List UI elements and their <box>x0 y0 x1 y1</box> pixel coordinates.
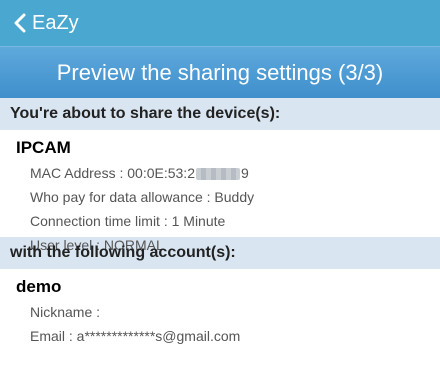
connection-time-limit: Connection time limit : 1 Minute <box>30 213 226 229</box>
account-details: demo Nickname : Email : a*************s@… <box>0 269 440 348</box>
back-label: EaZy <box>32 11 79 34</box>
share-preview-screen: EaZy Preview the sharing settings (3/3) … <box>0 0 440 389</box>
nickname: Nickname : <box>30 304 101 320</box>
mac-address-prefix: MAC Address : 00:0E:53:2 <box>30 165 195 181</box>
email: Email : a*************s@gmail.com <box>30 328 241 344</box>
mac-redacted-mask <box>195 168 240 181</box>
data-allowance-payer: Who pay for data allowance : Buddy <box>30 189 255 205</box>
chevron-left-icon <box>14 13 26 33</box>
top-nav-bar: EaZy <box>0 0 440 46</box>
back-button[interactable]: EaZy <box>14 12 79 35</box>
page-title: Preview the sharing settings (3/3) <box>56 59 384 85</box>
device-details: IPCAM MAC Address : 00:0E:53:2 9 Who pay … <box>0 130 440 253</box>
mac-address-suffix: 9 <box>240 165 249 181</box>
mac-address: MAC Address : 00:0E:53:2 9 <box>16 161 440 185</box>
title-bar: Preview the sharing settings (3/3) <box>0 46 440 98</box>
device-name: IPCAM <box>16 138 71 157</box>
account-name: demo <box>16 277 62 296</box>
device-section-header: You're about to share the device(s): <box>0 98 440 130</box>
